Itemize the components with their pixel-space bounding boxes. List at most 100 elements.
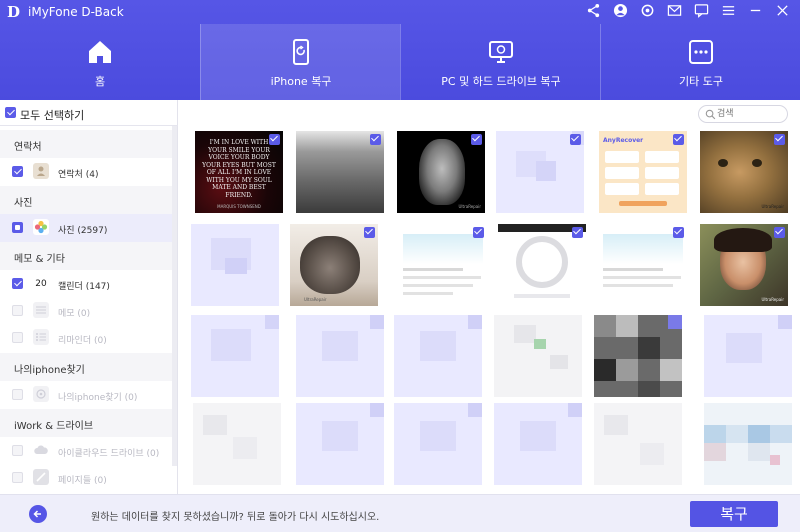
photo-poster-caption: MARQUIS TOWNSEND bbox=[217, 204, 261, 209]
recover-button[interactable]: 복구 bbox=[690, 501, 778, 527]
sidebar-item-calendar[interactable]: 20 캘린더 (147) bbox=[0, 270, 172, 298]
sidebar-item-contacts[interactable]: 연락처 (4) bbox=[0, 158, 172, 186]
cloud-icon bbox=[33, 442, 49, 458]
category-title: iWork & 드라이브 bbox=[14, 421, 94, 432]
account-icon[interactable] bbox=[613, 3, 628, 18]
photo-checkbox[interactable] bbox=[570, 134, 581, 145]
photo-thumbnail[interactable] bbox=[498, 224, 586, 306]
photo-thumbnail[interactable] bbox=[296, 315, 384, 397]
photos-label: 사진 (2597) bbox=[58, 226, 108, 236]
more-tools-icon bbox=[689, 40, 713, 64]
tab-more-tools[interactable]: 기타 도구 bbox=[600, 24, 800, 100]
photo-thumbnail[interactable] bbox=[494, 315, 582, 397]
phone-recovery-icon bbox=[293, 39, 309, 65]
sidebar-item-icloud-drive[interactable]: 아이클라우드 드라이브 (0) bbox=[0, 437, 172, 465]
sidebar-item-reminders[interactable]: 리마인더 (0) bbox=[0, 324, 172, 352]
minimize-icon[interactable] bbox=[748, 3, 763, 18]
reminders-label: 리마인더 (0) bbox=[58, 336, 107, 346]
footer-bar: 원하는 데이터를 찾지 못하셨습니까? 뒤로 돌아가 다시 시도하십시오. 복구 bbox=[0, 494, 800, 532]
photo-thumbnail[interactable] bbox=[496, 131, 584, 213]
photo-thumbnail[interactable] bbox=[191, 315, 279, 397]
search-box[interactable] bbox=[698, 105, 788, 123]
photo-checkbox[interactable] bbox=[473, 227, 484, 238]
reminders-icon bbox=[33, 329, 49, 345]
photo-checkbox[interactable] bbox=[471, 134, 482, 145]
main-nav: 홈 iPhone 복구 PC 및 하드 드라이브 복구 기타 도구 bbox=[0, 24, 800, 100]
select-all-row[interactable]: 모두 선택하기 bbox=[0, 100, 178, 126]
category-find-my-iphone: 나의iphone찾기 bbox=[0, 353, 172, 381]
photo-thumbnail[interactable] bbox=[494, 403, 582, 485]
mail-icon[interactable] bbox=[667, 3, 682, 18]
tab-iphone-recovery-label: iPhone 복구 bbox=[270, 75, 332, 88]
sidebar-item-photos[interactable]: 사진 (2597) bbox=[0, 214, 172, 242]
sidebar-item-memo[interactable]: 메모 (0) bbox=[0, 297, 172, 325]
sidebar-item-find-my-iphone[interactable]: 나의iphone찾기 (0) bbox=[0, 381, 172, 409]
contacts-label: 연락처 (4) bbox=[58, 170, 99, 180]
calendar-checkbox[interactable] bbox=[12, 278, 23, 289]
photo-thumbnail[interactable] bbox=[191, 224, 279, 306]
menu-icon[interactable] bbox=[721, 3, 736, 18]
app-header: D iMyFone D-Back 홈 iPhone 복구 PC 및 하드 드라이… bbox=[0, 0, 800, 100]
search-input[interactable] bbox=[717, 107, 783, 121]
tab-iphone-recovery[interactable]: iPhone 복구 bbox=[200, 24, 400, 100]
settings-icon[interactable] bbox=[640, 3, 655, 18]
app-logo: D bbox=[7, 3, 21, 21]
photo-checkbox[interactable] bbox=[572, 227, 583, 238]
photo-watermark: UltraRepair bbox=[458, 204, 481, 209]
photo-thumbnail[interactable] bbox=[394, 315, 482, 397]
photo-thumbnail[interactable] bbox=[594, 315, 682, 397]
photo-checkbox[interactable] bbox=[673, 227, 684, 238]
photo-thumbnail[interactable]: I'M IN LOVE WITH YOUR SMILE YOUR VOICE Y… bbox=[195, 131, 283, 213]
category-title: 연락처 bbox=[14, 142, 42, 153]
select-all-label: 모두 선택하기 bbox=[20, 109, 85, 122]
tab-pc-recovery[interactable]: PC 및 하드 드라이브 복구 bbox=[400, 24, 600, 100]
share-icon[interactable] bbox=[586, 3, 601, 18]
photo-thumbnail[interactable] bbox=[399, 224, 487, 306]
select-all-checkbox[interactable] bbox=[5, 107, 16, 118]
calendar-label: 캘린더 (147) bbox=[58, 282, 110, 292]
photo-poster-text: I'M IN LOVE WITH YOUR SMILE YOUR VOICE Y… bbox=[202, 139, 276, 199]
category-sidebar: 모두 선택하기 연락처 연락처 (4) 사진 사진 (2597) 메모 & 기타… bbox=[0, 100, 178, 494]
photo-thumbnail[interactable] bbox=[704, 315, 792, 397]
photo-checkbox[interactable] bbox=[774, 227, 785, 238]
photo-thumbnail[interactable] bbox=[296, 403, 384, 485]
reminders-checkbox[interactable] bbox=[12, 332, 23, 343]
category-title: 사진 bbox=[14, 198, 33, 209]
photo-thumbnail[interactable] bbox=[296, 131, 384, 213]
close-icon[interactable] bbox=[775, 3, 790, 18]
photo-thumbnail[interactable]: UltraRepair bbox=[700, 131, 788, 213]
category-title: 메모 & 기타 bbox=[14, 254, 65, 265]
photo-thumbnail[interactable]: UltraRepair bbox=[290, 224, 378, 306]
photo-watermark: UltraRepair bbox=[304, 297, 327, 302]
find-my-iphone-checkbox[interactable] bbox=[12, 389, 23, 400]
home-icon bbox=[89, 41, 111, 63]
pages-checkbox[interactable] bbox=[12, 472, 23, 483]
photo-checkbox[interactable] bbox=[364, 227, 375, 238]
photo-thumbnail[interactable]: UltraRepair bbox=[700, 224, 788, 306]
photo-checkbox[interactable] bbox=[774, 134, 785, 145]
photo-thumbnail[interactable]: UltraRepair bbox=[397, 131, 485, 213]
sidebar-item-pages[interactable]: 페이지들 (0) bbox=[0, 464, 172, 492]
contacts-checkbox[interactable] bbox=[12, 166, 23, 177]
memo-checkbox[interactable] bbox=[12, 305, 23, 316]
sidebar-scrollbar[interactable] bbox=[172, 126, 177, 466]
back-button[interactable] bbox=[29, 505, 47, 523]
icloud-drive-checkbox[interactable] bbox=[12, 445, 23, 456]
photo-thumbnail[interactable] bbox=[394, 403, 482, 485]
contacts-icon bbox=[33, 163, 49, 179]
photo-thumbnail[interactable]: AnyRecover bbox=[599, 131, 687, 213]
photo-thumbnail[interactable] bbox=[704, 403, 792, 485]
photo-thumbnail[interactable] bbox=[594, 403, 682, 485]
photo-thumbnail[interactable] bbox=[599, 224, 687, 306]
photo-thumbnail[interactable] bbox=[193, 403, 281, 485]
photos-icon bbox=[33, 219, 49, 235]
photo-checkbox[interactable] bbox=[673, 134, 684, 145]
app-title: iMyFone D-Back bbox=[28, 5, 124, 19]
photo-watermark: UltraRepair bbox=[761, 297, 784, 302]
category-photos: 사진 bbox=[0, 186, 172, 214]
photo-checkbox[interactable] bbox=[269, 134, 280, 145]
photos-checkbox[interactable] bbox=[12, 222, 23, 233]
tab-home[interactable]: 홈 bbox=[0, 24, 200, 100]
photo-checkbox[interactable] bbox=[370, 134, 381, 145]
feedback-icon[interactable] bbox=[694, 3, 709, 18]
